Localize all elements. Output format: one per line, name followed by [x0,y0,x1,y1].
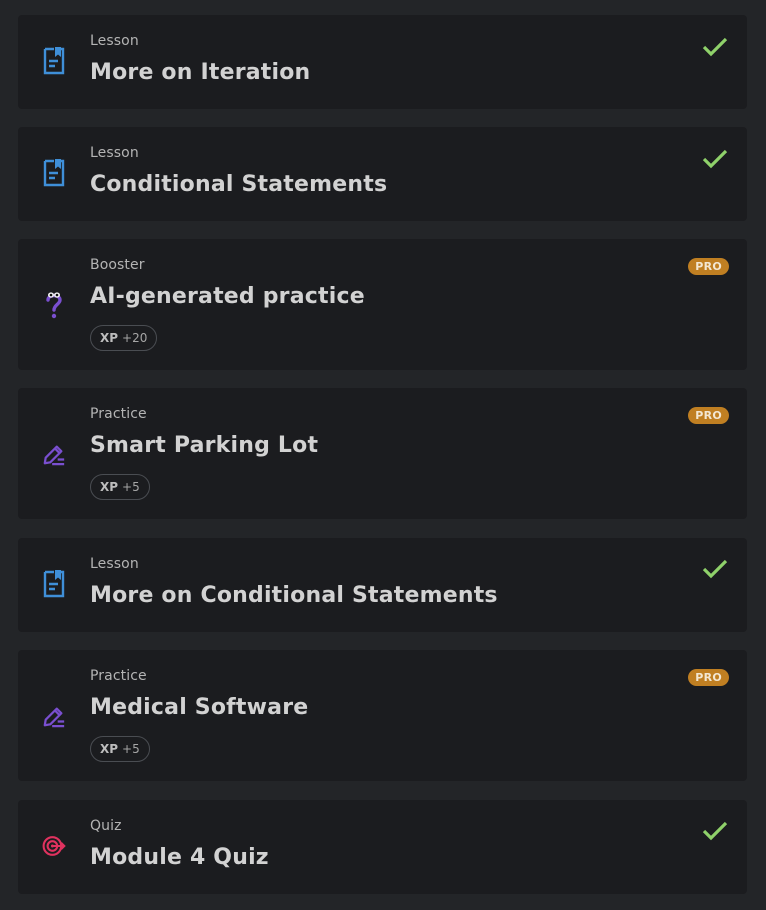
item-kind: Practice [90,406,147,422]
lesson-doc-icon [42,157,66,189]
pro-badge: PRO [688,258,729,275]
item-kind: Quiz [90,818,122,834]
item-title: Module 4 Quiz [90,845,269,870]
pencil-edit-icon [42,438,66,470]
xp-value: +20 [122,331,148,345]
module-item-list: Lesson More on Iteration Lesson Conditio… [0,0,766,910]
lesson-doc-icon [42,568,66,600]
list-item-practice[interactable]: Practice Medical Software PRO XP +5 [18,650,747,781]
check-icon [702,559,728,579]
check-icon [702,37,728,57]
check-icon [702,149,728,169]
list-item-lesson[interactable]: Lesson More on Iteration [18,15,747,109]
item-kind: Practice [90,668,147,684]
pencil-edit-icon [42,700,66,732]
item-title: AI-generated practice [90,284,365,309]
item-title: Smart Parking Lot [90,433,319,458]
item-kind: Lesson [90,145,139,161]
item-kind: Lesson [90,556,139,572]
item-title: Conditional Statements [90,172,388,197]
ai-question-icon [42,289,66,321]
xp-label: XP [100,742,119,756]
list-item-lesson[interactable]: Lesson Conditional Statements [18,127,747,221]
item-title: More on Iteration [90,60,311,85]
xp-value: +5 [122,480,140,494]
xp-value: +5 [122,742,140,756]
list-item-quiz[interactable]: Quiz Module 4 Quiz [18,800,747,894]
list-item-practice[interactable]: Practice Smart Parking Lot PRO XP +5 [18,388,747,519]
list-item-booster[interactable]: Booster AI-generated practice PRO XP +20 [18,239,747,370]
xp-label: XP [100,331,119,345]
xp-chip: XP +5 [90,736,150,762]
lesson-doc-icon [42,45,66,77]
check-icon [702,821,728,841]
list-item-lesson[interactable]: Lesson More on Conditional Statements [18,538,747,632]
pro-badge: PRO [688,669,729,686]
item-title: More on Conditional Statements [90,583,498,608]
item-kind: Booster [90,257,145,273]
pro-badge: PRO [688,407,729,424]
item-kind: Lesson [90,33,139,49]
target-icon [42,830,66,862]
xp-chip: XP +5 [90,474,150,500]
xp-label: XP [100,480,119,494]
item-title: Medical Software [90,695,309,720]
xp-chip: XP +20 [90,325,158,351]
